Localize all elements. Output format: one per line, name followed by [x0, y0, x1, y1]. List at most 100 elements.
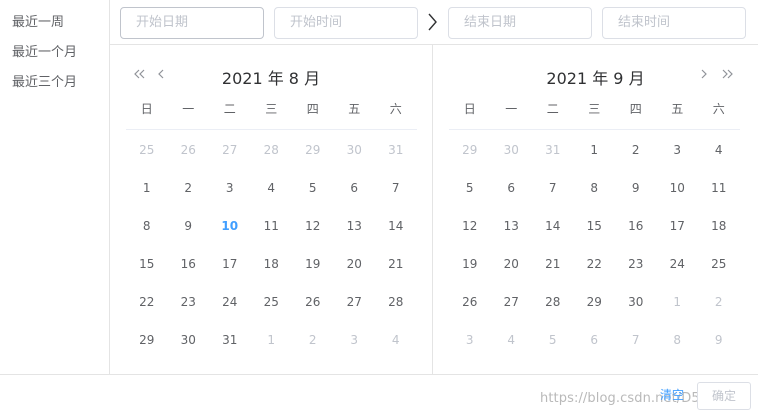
day-cell[interactable]: 7	[532, 173, 574, 203]
day-cell[interactable]: 1	[251, 325, 293, 355]
day-cell[interactable]: 19	[292, 249, 334, 279]
day-cell[interactable]: 25	[251, 287, 293, 317]
day-cell[interactable]: 25	[698, 249, 740, 279]
day-cell[interactable]: 1	[657, 287, 699, 317]
day-cell[interactable]: 28	[251, 135, 293, 165]
day-cell[interactable]: 31	[532, 135, 574, 165]
weekday-header: 日一二三四五六	[449, 102, 740, 130]
day-cell[interactable]: 20	[334, 249, 376, 279]
day-cell[interactable]: 2	[168, 173, 210, 203]
day-cell[interactable]: 8	[126, 211, 168, 241]
day-cell[interactable]: 24	[657, 249, 699, 279]
day-cell[interactable]: 9	[168, 211, 210, 241]
day-cell[interactable]: 3	[657, 135, 699, 165]
day-cell[interactable]: 9	[698, 325, 740, 355]
day-cell[interactable]: 23	[168, 287, 210, 317]
day-cell[interactable]: 26	[168, 135, 210, 165]
day-cell[interactable]: 9	[615, 173, 657, 203]
shortcut-last-three-months[interactable]: 最近三个月	[12, 71, 77, 90]
day-cell[interactable]: 21	[532, 249, 574, 279]
day-cell[interactable]: 22	[574, 249, 616, 279]
day-cell[interactable]: 26	[292, 287, 334, 317]
day-cell[interactable]: 8	[574, 173, 616, 203]
day-cell[interactable]: 4	[251, 173, 293, 203]
day-cell[interactable]: 16	[168, 249, 210, 279]
day-cell[interactable]: 28	[375, 287, 417, 317]
shortcut-last-month[interactable]: 最近一个月	[12, 41, 77, 60]
day-cell[interactable]: 27	[334, 287, 376, 317]
day-cell[interactable]: 5	[532, 325, 574, 355]
confirm-button[interactable]: 确定	[697, 382, 751, 410]
day-cell[interactable]: 4	[698, 135, 740, 165]
day-cell[interactable]: 10	[657, 173, 699, 203]
day-cell[interactable]: 2	[292, 325, 334, 355]
day-cell[interactable]: 12	[449, 211, 491, 241]
day-cell[interactable]: 20	[491, 249, 533, 279]
day-cell[interactable]: 13	[334, 211, 376, 241]
day-cell[interactable]: 1	[126, 173, 168, 203]
day-cell[interactable]: 11	[698, 173, 740, 203]
day-cell[interactable]: 6	[334, 173, 376, 203]
day-cell[interactable]: 17	[657, 211, 699, 241]
day-cell[interactable]: 18	[698, 211, 740, 241]
weekday-label: 三	[265, 102, 278, 116]
day-cell[interactable]: 6	[491, 173, 533, 203]
day-cell[interactable]: 31	[375, 135, 417, 165]
day-cell[interactable]: 25	[126, 135, 168, 165]
day-cell[interactable]: 14	[375, 211, 417, 241]
day-cell[interactable]: 30	[491, 135, 533, 165]
day-cell[interactable]: 27	[491, 287, 533, 317]
next-year-button[interactable]	[721, 67, 735, 81]
day-cell[interactable]: 12	[292, 211, 334, 241]
day-cell[interactable]: 30	[615, 287, 657, 317]
day-cell[interactable]: 30	[334, 135, 376, 165]
day-cell[interactable]: 7	[615, 325, 657, 355]
day-cell[interactable]: 30	[168, 325, 210, 355]
day-cell[interactable]: 27	[209, 135, 251, 165]
day-cell[interactable]: 8	[657, 325, 699, 355]
day-cell[interactable]: 3	[449, 325, 491, 355]
day-cell[interactable]: 5	[292, 173, 334, 203]
day-cell[interactable]: 11	[251, 211, 293, 241]
chevron-right-icon	[425, 8, 441, 36]
weekday-label: 四	[306, 102, 319, 116]
weekday-label: 四	[629, 102, 642, 116]
day-cell[interactable]: 29	[574, 287, 616, 317]
day-cell[interactable]: 26	[449, 287, 491, 317]
day-cell[interactable]: 28	[532, 287, 574, 317]
day-cell[interactable]: 6	[574, 325, 616, 355]
day-cell[interactable]: 2	[698, 287, 740, 317]
day-cell[interactable]: 17	[209, 249, 251, 279]
clear-button[interactable]: 清空	[660, 386, 684, 403]
shortcut-last-week[interactable]: 最近一周	[12, 11, 64, 30]
day-cell-today[interactable]: 10	[209, 211, 251, 241]
day-cell[interactable]: 31	[209, 325, 251, 355]
day-cell[interactable]: 13	[491, 211, 533, 241]
day-cell[interactable]: 2	[615, 135, 657, 165]
day-cell[interactable]: 4	[375, 325, 417, 355]
day-cell[interactable]: 29	[126, 325, 168, 355]
day-cell[interactable]: 19	[449, 249, 491, 279]
day-cell[interactable]: 29	[292, 135, 334, 165]
day-cell[interactable]: 23	[615, 249, 657, 279]
day-cell[interactable]: 15	[574, 211, 616, 241]
day-cell[interactable]: 15	[126, 249, 168, 279]
day-cell[interactable]: 16	[615, 211, 657, 241]
day-cell[interactable]: 3	[334, 325, 376, 355]
day-cell[interactable]: 14	[532, 211, 574, 241]
next-month-button[interactable]	[697, 67, 711, 81]
day-cell[interactable]: 29	[449, 135, 491, 165]
start-time-input[interactable]: 开始时间	[274, 7, 418, 39]
day-cell[interactable]: 7	[375, 173, 417, 203]
start-date-input[interactable]: 开始日期	[120, 7, 264, 39]
day-cell[interactable]: 3	[209, 173, 251, 203]
day-cell[interactable]: 5	[449, 173, 491, 203]
end-date-input[interactable]: 结束日期	[448, 7, 592, 39]
day-cell[interactable]: 4	[491, 325, 533, 355]
day-cell[interactable]: 24	[209, 287, 251, 317]
end-time-input[interactable]: 结束时间	[602, 7, 746, 39]
day-cell[interactable]: 21	[375, 249, 417, 279]
day-cell[interactable]: 1	[574, 135, 616, 165]
day-cell[interactable]: 22	[126, 287, 168, 317]
day-cell[interactable]: 18	[251, 249, 293, 279]
